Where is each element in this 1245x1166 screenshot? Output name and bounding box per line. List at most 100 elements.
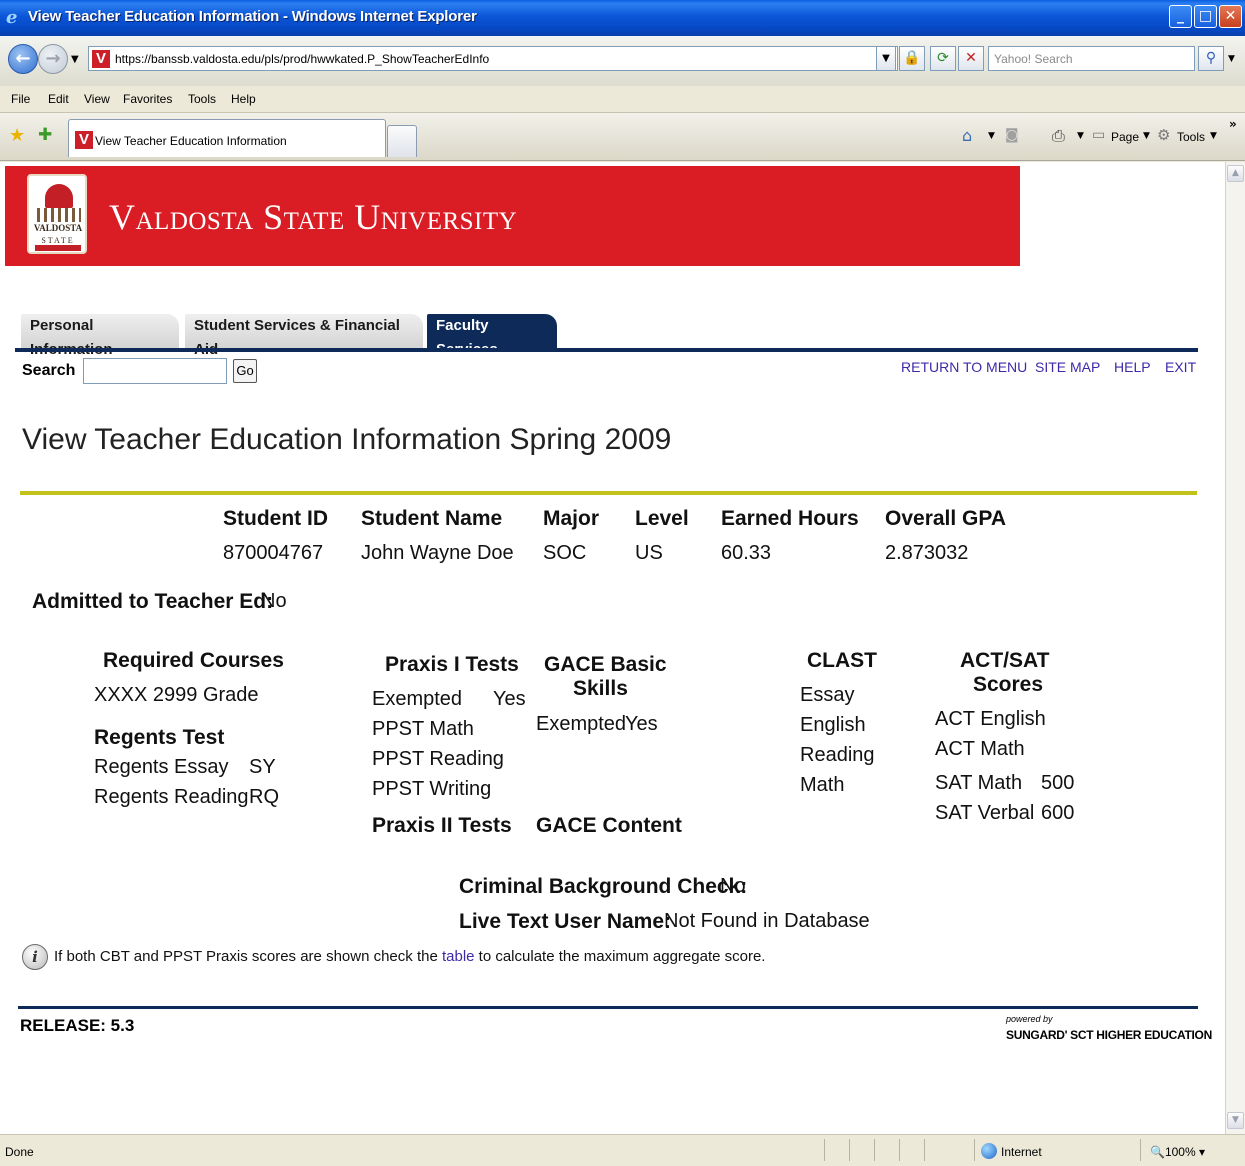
- act-sat-heading-line2: Scores: [973, 673, 1044, 696]
- scroll-down-icon[interactable]: ▼: [1227, 1112, 1244, 1129]
- lock-icon[interactable]: 🔒: [899, 46, 925, 71]
- act-english-label: ACT English: [935, 708, 1046, 730]
- vertical-scrollbar[interactable]: ▲ ▼: [1225, 162, 1245, 1134]
- sat-verbal-label: SAT Verbal: [935, 802, 1035, 824]
- print-icon[interactable]: ⎙: [1052, 126, 1065, 146]
- back-button[interactable]: ←: [8, 44, 38, 74]
- regents-reading-label: Regents Reading: [94, 786, 249, 808]
- help-link[interactable]: HELP: [1114, 359, 1151, 375]
- tools-menu-button[interactable]: Tools: [1177, 130, 1205, 144]
- print-dropdown-icon[interactable]: ▼: [1077, 131, 1084, 141]
- site-map-link[interactable]: SITE MAP: [1035, 359, 1100, 375]
- info-text: If both CBT and PPST Praxis scores are s…: [54, 948, 765, 965]
- release-label: RELEASE: 5.3: [20, 1016, 135, 1035]
- menu-favorites[interactable]: Favorites: [123, 92, 172, 106]
- sat-verbal-value: 600: [1041, 802, 1075, 824]
- tab-faculty-services[interactable]: Faculty Services: [427, 314, 557, 358]
- search-go-icon[interactable]: ⚲: [1198, 46, 1224, 71]
- header-student-name: Student Name: [361, 507, 503, 530]
- window-title: View Teacher Education Information - Win…: [28, 8, 477, 25]
- zoom-level[interactable]: 🔍100% ▾: [1150, 1145, 1205, 1159]
- praxis-i-heading: Praxis I Tests: [385, 653, 519, 676]
- gace-exempted-label: Exempted: [536, 713, 627, 735]
- exit-link[interactable]: EXIT: [1165, 359, 1196, 375]
- site-favicon-icon: V: [92, 50, 110, 68]
- header-student-id: Student ID: [223, 507, 328, 530]
- stop-icon[interactable]: ✕: [958, 46, 984, 71]
- zoom-value: 100%: [1164, 1145, 1196, 1159]
- search-options-icon[interactable]: ▼: [1228, 54, 1235, 64]
- new-tab-button[interactable]: [387, 125, 417, 157]
- table-link[interactable]: table: [442, 948, 475, 965]
- close-button[interactable]: ✕: [1219, 5, 1242, 28]
- regents-test-heading: Regents Test: [94, 726, 225, 749]
- praxis-exempted-value: Yes: [493, 688, 526, 710]
- menu-tools[interactable]: Tools: [188, 92, 216, 106]
- search-box[interactable]: Yahoo! Search: [988, 46, 1195, 71]
- clast-essay: Essay: [800, 684, 855, 706]
- maximize-button[interactable]: □: [1194, 5, 1217, 28]
- sungard-logo: SUNGARD' SCT HIGHER EDUCATION: [1006, 1028, 1212, 1042]
- praxis-exempted-label: Exempted: [372, 688, 463, 710]
- home-icon[interactable]: ⌂: [962, 126, 972, 145]
- menu-edit[interactable]: Edit: [48, 92, 69, 106]
- clast-english: English: [800, 714, 866, 736]
- value-earned-hours: 60.33: [721, 542, 772, 564]
- ie-logo-icon: e: [6, 7, 18, 28]
- favorites-star-icon[interactable]: ★: [9, 125, 25, 146]
- powered-by-label: powered by: [1006, 1014, 1053, 1024]
- history-dropdown-icon[interactable]: ▼: [71, 54, 79, 65]
- return-to-menu-link[interactable]: RETURN TO MENU: [901, 359, 1027, 375]
- info-icon: i: [22, 944, 48, 970]
- header-level: Level: [635, 507, 689, 530]
- browser-tab-active[interactable]: V View Teacher Education Information: [68, 119, 386, 157]
- required-course-item: XXXX 2999 Grade: [94, 684, 259, 706]
- header-overall-gpa: Overall GPA: [885, 507, 1006, 530]
- value-major: SOC: [543, 542, 587, 564]
- tab-student-services[interactable]: Student Services & Financial Aid: [185, 314, 423, 358]
- admitted-label: Admitted to Teacher Ed:: [32, 590, 274, 613]
- gace-basic-heading: GACE Basic: [544, 653, 667, 676]
- toolbar-overflow-icon[interactable]: »: [1229, 117, 1237, 131]
- background-check-value: No: [720, 875, 746, 897]
- search-box-placeholder: Yahoo! Search: [994, 52, 1073, 66]
- menu-file[interactable]: File: [11, 92, 30, 106]
- address-bar[interactable]: V https://banssb.valdosta.edu/pls/prod/h…: [88, 46, 898, 71]
- home-dropdown-icon[interactable]: ▼: [988, 131, 995, 141]
- go-button[interactable]: Go: [233, 359, 257, 383]
- scroll-up-icon[interactable]: ▲: [1227, 165, 1244, 182]
- page-title: View Teacher Education Information Sprin…: [22, 423, 672, 456]
- regents-reading-value: RQ: [249, 786, 279, 808]
- clast-reading: Reading: [800, 744, 875, 766]
- forward-button[interactable]: →: [38, 44, 68, 74]
- gace-basic-heading-line2: Skills: [573, 677, 628, 700]
- window-title-bar[interactable]: e View Teacher Education Information - W…: [0, 0, 1245, 36]
- tab-label: View Teacher Education Information: [95, 134, 287, 148]
- tools-gear-icon: ⚙: [1157, 126, 1171, 144]
- tab-divider: [15, 348, 1198, 352]
- feeds-icon[interactable]: ◙: [1005, 127, 1019, 143]
- search-label: Search: [22, 362, 76, 379]
- menu-help[interactable]: Help: [231, 92, 256, 106]
- address-dropdown-button[interactable]: ▼: [876, 46, 896, 71]
- info-text-after: to calculate the maximum aggregate score…: [474, 948, 766, 965]
- page-menu-button[interactable]: Page: [1111, 130, 1139, 144]
- info-text-before: If both CBT and PPST Praxis scores are s…: [54, 948, 442, 965]
- page-dropdown-icon[interactable]: ▼: [1143, 131, 1150, 141]
- minimize-button[interactable]: _: [1169, 5, 1192, 28]
- search-input[interactable]: [83, 358, 227, 384]
- university-banner: VALDOSTA STATE Valdosta State University: [5, 166, 1020, 266]
- menu-view[interactable]: View: [84, 92, 110, 106]
- add-favorite-icon[interactable]: ✚: [38, 125, 52, 145]
- gace-exempted-value: Yes: [625, 713, 658, 735]
- tab-personal-information[interactable]: Personal Information: [21, 314, 179, 358]
- ppst-reading-label: PPST Reading: [372, 748, 504, 770]
- regents-essay-label: Regents Essay: [94, 756, 229, 778]
- refresh-icon[interactable]: ⟳: [930, 46, 956, 71]
- admitted-value: No: [261, 590, 287, 612]
- menu-bar: File Edit View Favorites Tools Help: [0, 86, 1245, 113]
- tools-dropdown-icon[interactable]: ▼: [1210, 131, 1217, 141]
- security-zone-label: Internet: [1001, 1145, 1042, 1159]
- tab-favicon-icon: V: [75, 131, 93, 149]
- header-earned-hours: Earned Hours: [721, 507, 859, 530]
